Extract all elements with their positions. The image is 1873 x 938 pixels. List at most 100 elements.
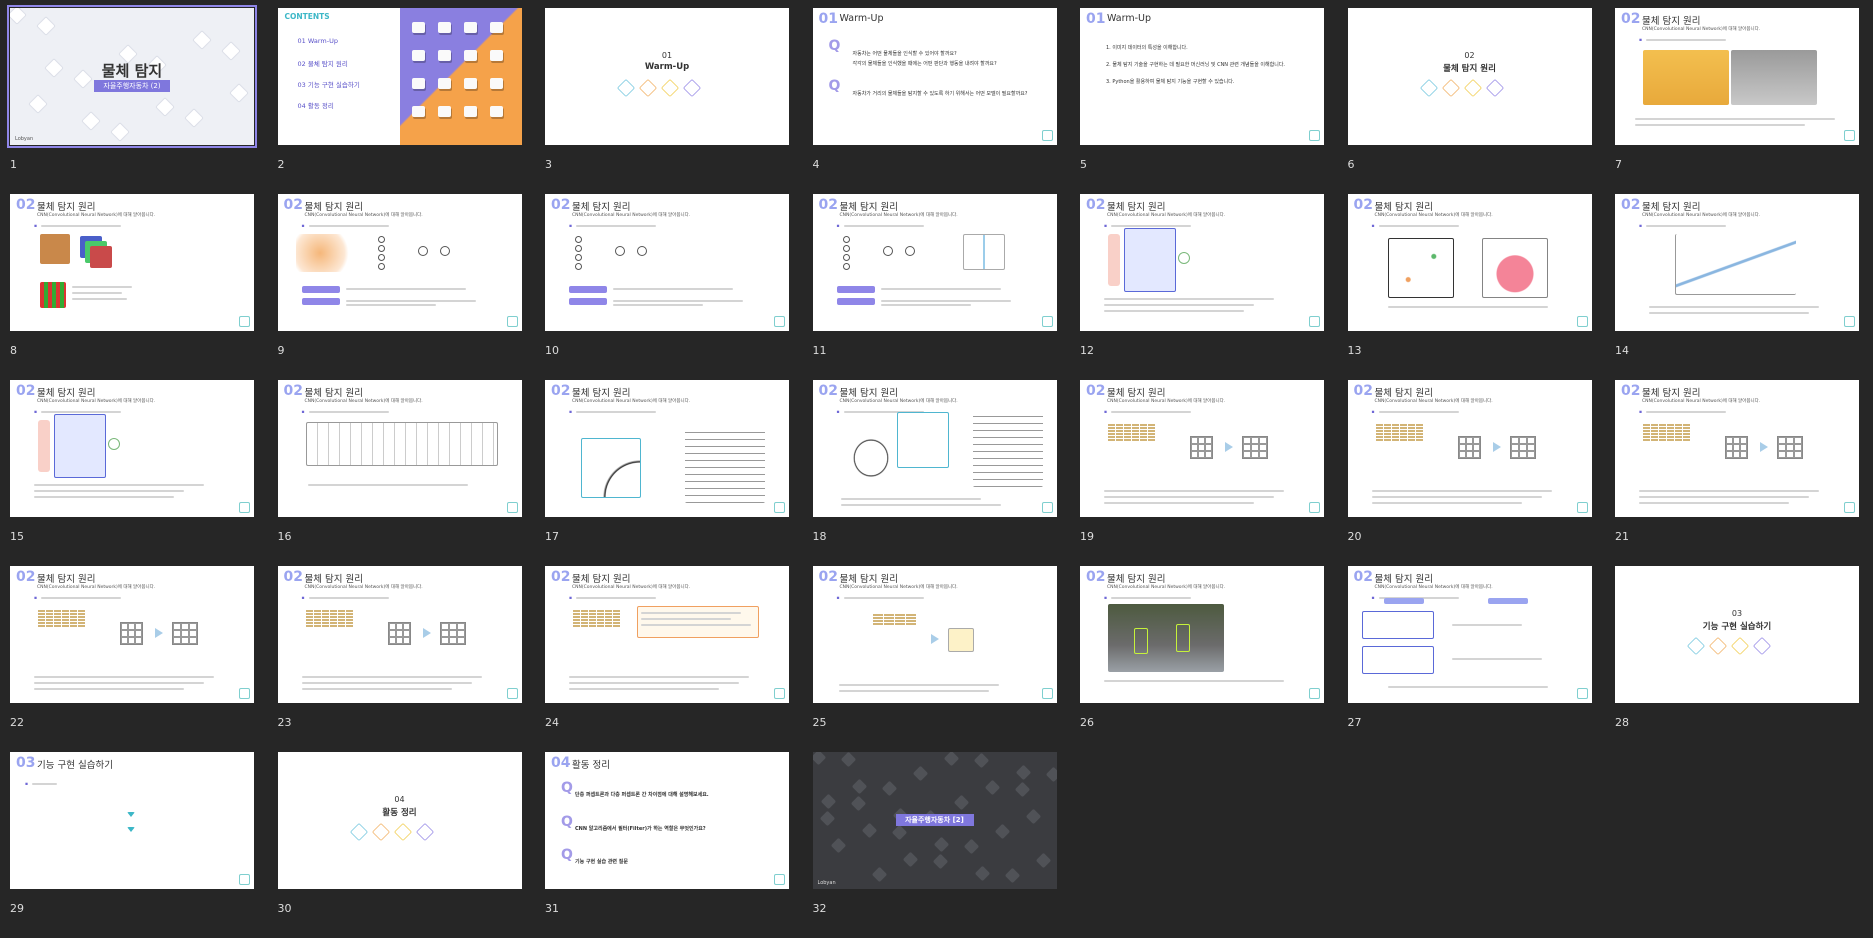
slide-thumbnail[interactable]: 02 물체 탐지 원리 CNN(Convolutional Neural Netwo… bbox=[1080, 566, 1324, 703]
slide-thumbnail[interactable]: 02 물체 탐지 원리 CNN(Convolutional Neural Netwo… bbox=[1080, 380, 1324, 517]
slide-thumbnail[interactable]: 02 물체 탐지 원리 CNN(Convolutional Neural Netwo… bbox=[545, 194, 789, 331]
input-node bbox=[377, 245, 385, 252]
corner-logo-icon bbox=[774, 688, 785, 699]
slide-thumbnail[interactable]: 02 물체 탐지 원리 CNN(Convolutional Neural Netwo… bbox=[1347, 566, 1592, 703]
slide-thumbnail[interactable]: 02 물체 탐지 원리 CNN(Convolutional Neural Netwo… bbox=[1615, 194, 1859, 331]
slide-thumbnail[interactable]: 02 물체 탐지 원리 CNN(Convolutional Neural Netwo… bbox=[277, 380, 522, 517]
slide-thumbnail[interactable]: 02 물체 탐지 원리 CNN(Convolutional Neural Netwo… bbox=[1615, 8, 1859, 145]
slide-thumbnail[interactable]: 물체 탐지 자율주행자동차 (2) Lobyan bbox=[7, 5, 257, 148]
filter-cell bbox=[135, 637, 142, 644]
slide-thumbnail[interactable]: 03 기능 구현 실습하기 ▪ bbox=[10, 752, 254, 889]
slide-thumbnail[interactable]: 04 활동 정리 bbox=[277, 752, 522, 889]
cube-icons bbox=[616, 78, 702, 98]
slide-thumbnail[interactable]: 02 물체 탐지 원리 CNN(Convolutional Neural Netwo… bbox=[812, 566, 1057, 703]
slide-number: 11 bbox=[812, 344, 827, 357]
text-placeholder-line bbox=[301, 676, 482, 678]
note-box bbox=[637, 606, 759, 638]
pixel-cell bbox=[1383, 433, 1391, 435]
slide-cell: 02 물체 탐지 원리 6 bbox=[1347, 8, 1592, 194]
slide-thumbnail[interactable]: 02 물체 탐지 원리 CNN(Convolutional Neural Netwo… bbox=[10, 194, 254, 331]
pixel-cell bbox=[1667, 424, 1674, 426]
section-number: 02 bbox=[1086, 569, 1106, 585]
label-badge bbox=[836, 286, 875, 293]
corner-logo-icon bbox=[239, 688, 250, 699]
slide-thumbnail[interactable]: 02 물체 탐지 원리 CNN(Convolutional Neural Netwo… bbox=[1615, 380, 1859, 517]
pixel-cell bbox=[329, 619, 337, 621]
pixel-cell bbox=[70, 625, 77, 627]
slide-cell: 02 물체 탐지 원리 CNN(Convolutional Neural Netwo… bbox=[812, 566, 1057, 752]
slide-thumbnail[interactable]: 01 Warm-Up bbox=[545, 8, 789, 145]
feature-map-grid bbox=[1777, 436, 1803, 459]
slide-subtitle: CNN(Convolutional Neural Network)에 대해 알아… bbox=[304, 585, 423, 590]
text-placeholder-line bbox=[1649, 312, 1809, 314]
section-number: 02 bbox=[1353, 383, 1373, 399]
feature-cell bbox=[440, 637, 449, 644]
slide-thumbnail[interactable]: 02 물체 탐지 원리 CNN(Convolutional Neural Netwo… bbox=[545, 566, 789, 703]
slide-thumbnail[interactable]: 03 기능 구현 실습하기 bbox=[1615, 566, 1859, 703]
pixel-cell bbox=[54, 616, 61, 618]
pixel-cell bbox=[70, 622, 77, 624]
filter-grid bbox=[1190, 436, 1213, 459]
feature-cell bbox=[1778, 444, 1786, 451]
cube-icon bbox=[660, 78, 680, 98]
corner-logo-icon bbox=[1041, 502, 1053, 513]
slide-thumbnail[interactable]: 02 물체 탐지 원리 CNN(Convolutional Neural Netwo… bbox=[1347, 380, 1592, 517]
slide-thumbnail[interactable]: 02 물체 탐지 원리 CNN(Convolutional Neural Netwo… bbox=[277, 194, 522, 331]
feature-cell bbox=[456, 623, 465, 630]
pixel-cell bbox=[1651, 427, 1658, 429]
pixel-cell bbox=[589, 610, 596, 612]
pixel-cell bbox=[345, 616, 353, 618]
text-placeholder-line bbox=[576, 597, 656, 599]
slide-thumbnail[interactable]: 02 물체 탐지 원리 CNN(Convolutional Neural Netwo… bbox=[1080, 194, 1324, 331]
pixel-cell bbox=[1132, 424, 1139, 426]
contents-item: 03 기능 구현 실습하기 bbox=[297, 81, 360, 89]
pixel-cell bbox=[1651, 424, 1658, 426]
slide-number: 31 bbox=[545, 902, 559, 915]
slide-thumbnail[interactable]: 01 Warm-Up 1. 이미지 데이터의 특성을 이해합니다. 2. 물체 탐지 … bbox=[1080, 8, 1324, 145]
slide-thumbnail[interactable]: 자율주행자동차 [2] Lobyan bbox=[812, 752, 1057, 889]
slide-thumbnail[interactable]: 01 Warm-Up Q 자동차는 어떤 물체들을 인식할 수 있어야 할까요? Q 자동… bbox=[812, 8, 1057, 145]
question-text: 기능 구현 실습 관련 질문 bbox=[575, 859, 628, 865]
pixel-cell bbox=[337, 610, 345, 612]
brand-logo: Lobyan bbox=[817, 880, 836, 886]
text-placeholder-line bbox=[41, 411, 121, 413]
practice-label: ▪ bbox=[25, 782, 29, 787]
corner-logo-icon bbox=[1041, 316, 1053, 327]
slide-thumbnail[interactable]: 02 물체 탐지 원리 CNN(Convolutional Neural Netwo… bbox=[812, 194, 1057, 331]
section-number: 01 bbox=[1086, 11, 1106, 27]
slide-cell: 02 물체 탐지 원리 CNN(Convolutional Neural Netwo… bbox=[10, 380, 254, 566]
slide-thumbnail[interactable]: 02 물체 탐지 원리 CNN(Convolutional Neural Netwo… bbox=[812, 380, 1057, 517]
slide-title: 물체 탐지 원리 bbox=[839, 388, 898, 399]
pixel-cell bbox=[1683, 424, 1690, 426]
slide-thumbnail[interactable]: CONTENTS 01 Warm-Up 02 물체 탐지 원리 03 기능 구현 실습… bbox=[277, 8, 522, 145]
slide-thumbnail[interactable]: 04 활동 정리 Q 단층 퍼셉트론과 다층 퍼셉트론 간 차이점에 대해 설명해보세… bbox=[545, 752, 789, 889]
slide-number: 12 bbox=[1080, 344, 1094, 357]
sum-node bbox=[882, 246, 893, 256]
text-placeholder-line bbox=[34, 484, 204, 486]
activation-node bbox=[637, 246, 647, 256]
bg-cube bbox=[963, 838, 979, 855]
text-placeholder-line bbox=[1639, 502, 1789, 504]
pixel-cell bbox=[321, 613, 329, 615]
pixel-cell bbox=[589, 622, 596, 624]
pixel-cell bbox=[38, 610, 45, 612]
contents-item: 02 물체 탐지 원리 bbox=[297, 60, 348, 68]
feature-cell bbox=[440, 623, 449, 630]
pixel-cell bbox=[1391, 436, 1399, 438]
pixel-cell bbox=[329, 616, 337, 618]
pool-input-grid bbox=[872, 614, 916, 625]
slide-thumbnail[interactable]: 02 물체 탐지 원리 CNN(Convolutional Neural Netwo… bbox=[545, 380, 789, 517]
pixel-cell bbox=[1375, 439, 1383, 441]
slide-title: 물체 탐지 원리 bbox=[572, 202, 631, 213]
slide-thumbnail[interactable]: 02 물체 탐지 원리 bbox=[1347, 8, 1592, 145]
bg-cube bbox=[861, 822, 877, 839]
slide-thumbnail[interactable]: 02 물체 탐지 원리 CNN(Convolutional Neural Netwo… bbox=[10, 380, 254, 517]
corner-logo-icon bbox=[1309, 130, 1320, 141]
filter-cell bbox=[1205, 451, 1212, 458]
slide-thumbnail[interactable]: 02 물체 탐지 원리 CNN(Convolutional Neural Netwo… bbox=[277, 566, 522, 703]
slide-thumbnail[interactable]: 02 물체 탐지 원리 CNN(Convolutional Neural Netwo… bbox=[10, 566, 254, 703]
pixel-cell bbox=[1132, 439, 1139, 441]
pixel-cell bbox=[313, 616, 321, 618]
question-mark: Q bbox=[561, 814, 573, 830]
slide-thumbnail[interactable]: 02 물체 탐지 원리 CNN(Convolutional Neural Netwo… bbox=[1347, 194, 1592, 331]
